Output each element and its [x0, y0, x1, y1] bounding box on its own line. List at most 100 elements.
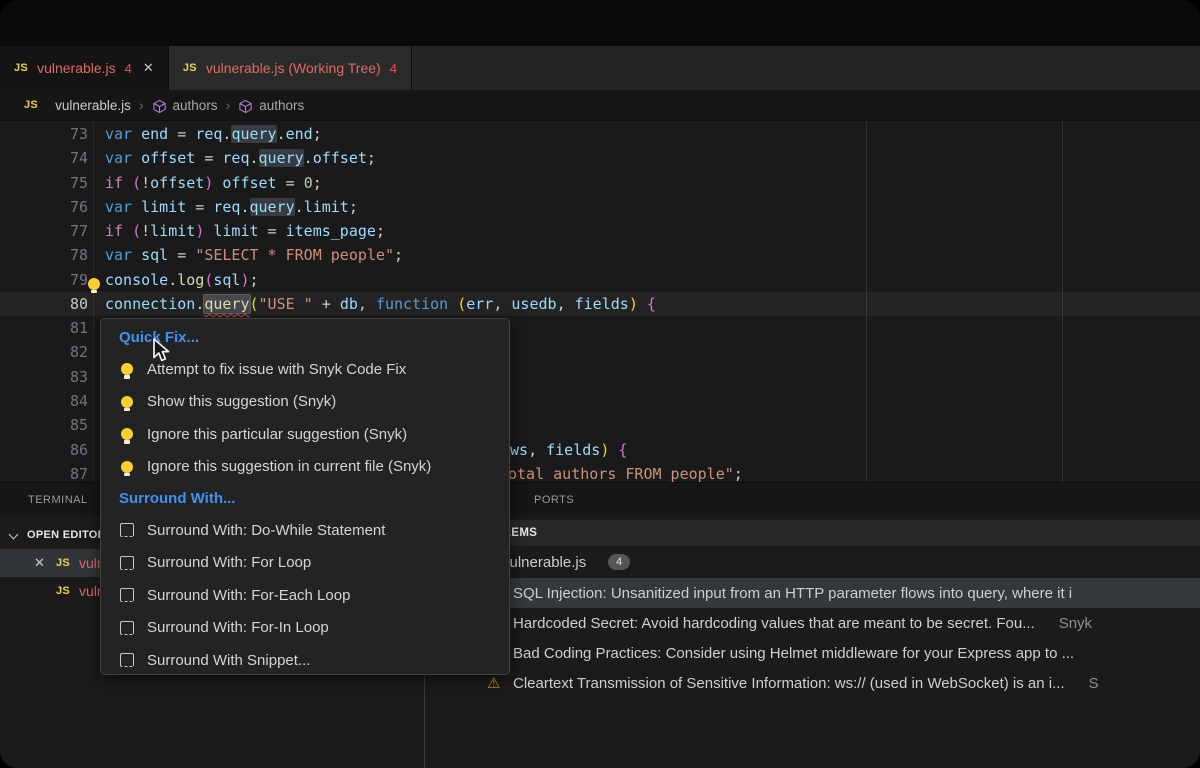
snippet-icon	[120, 588, 134, 602]
panel-tab-terminal[interactable]: TERMINAL	[28, 483, 88, 517]
line-number: 76	[0, 195, 88, 219]
breadcrumb-segment[interactable]: authors	[259, 98, 304, 113]
menu-item-label: Attempt to fix issue with Snyk Code Fix	[147, 361, 406, 378]
tab-problem-count: 4	[390, 61, 397, 76]
menu-item-label: Surround With: For Loop	[147, 554, 311, 571]
code-line-79[interactable]: 79 console.log(sql);	[0, 268, 1200, 292]
problem-row[interactable]: ⚠Hardcoded Secret: Avoid hardcoding valu…	[425, 608, 1200, 638]
open-editors-header[interactable]: OPEN EDITORS	[0, 524, 114, 546]
line-number: 77	[0, 219, 88, 243]
problem-message: Bad Coding Practices: Consider using Hel…	[513, 645, 1074, 662]
menu-item-label: Surround With Snippet...	[147, 652, 310, 669]
menu-section-header: Surround With...	[101, 483, 509, 514]
lightbulb-icon	[120, 363, 134, 375]
problem-message: Hardcoded Secret: Avoid hardcoding value…	[513, 615, 1092, 632]
breadcrumb-file[interactable]: vulnerable.js	[55, 98, 131, 113]
code-text: var sql = "SELECT * FROM people";	[105, 243, 403, 267]
chevron-down-icon	[9, 529, 19, 539]
tab-label: vulnerable.js (Working Tree)	[206, 60, 381, 76]
problem-row[interactable]: ⚠SQL Injection: Unsanitized input from a…	[425, 578, 1200, 608]
code-text: connection.query("USE " + db, function (…	[105, 292, 656, 316]
problem-message: SQL Injection: Unsanitized input from an…	[513, 585, 1072, 602]
snippet-icon	[120, 653, 134, 667]
code-line-80[interactable]: 80 connection.query("USE " + db, function…	[0, 292, 1200, 316]
code-line-74[interactable]: 74 var offset = req.query.offset;	[0, 146, 1200, 170]
line-number: 75	[0, 171, 88, 195]
code-text: var end = req.query.end;	[105, 122, 322, 146]
js-file-icon: JS	[56, 585, 70, 597]
menu-item[interactable]: Ignore this suggestion in current file (…	[101, 451, 509, 484]
menu-item[interactable]: Surround With: Do-While Statement	[101, 514, 509, 547]
code-text: console.log(sql);	[105, 268, 259, 292]
code-text: var offset = req.query.offset;	[105, 146, 376, 170]
line-number: 73	[0, 122, 88, 146]
menu-item[interactable]: Surround With: For-Each Loop	[101, 579, 509, 612]
menu-item-label: Ignore this particular suggestion (Snyk)	[147, 426, 407, 443]
panel-tab-ports[interactable]: PORTS	[534, 483, 574, 517]
lightbulb-icon	[120, 428, 134, 440]
js-file-icon: JS	[183, 62, 197, 74]
code-text: otal authors FROM people";	[508, 462, 743, 482]
code-line-75[interactable]: 75 if (!offset) offset = 0;	[0, 171, 1200, 195]
breadcrumb-separator: ›	[139, 97, 144, 113]
close-icon[interactable]: ✕	[143, 60, 154, 76]
line-number: 85	[0, 413, 88, 437]
line-number: 82	[0, 340, 88, 364]
tab-bar: JS vulnerable.js 4 ✕ JS vulnerable.js (Workin…	[0, 46, 1200, 90]
line-number: 87	[0, 462, 88, 482]
line-number: 81	[0, 316, 88, 340]
menu-item[interactable]: Surround With: For-In Loop	[101, 612, 509, 645]
menu-item[interactable]: Show this suggestion (Snyk)	[101, 386, 509, 419]
code-text: if (!offset) offset = 0;	[105, 171, 322, 195]
tab-label: vulnerable.js	[37, 60, 116, 76]
lightbulb-icon	[120, 461, 134, 473]
problem-message: Cleartext Transmission of Sensitive Info…	[513, 675, 1099, 692]
problem-count-badge: 4	[608, 554, 630, 570]
menu-item-label: Surround With: For-In Loop	[147, 619, 329, 636]
problem-row[interactable]: ⚠Bad Coding Practices: Consider using He…	[425, 638, 1200, 668]
menu-item-label: Ignore this suggestion in current file (…	[147, 458, 431, 475]
line-number: 84	[0, 389, 88, 413]
js-file-icon: JS	[14, 62, 28, 74]
code-line-77[interactable]: 77 if (!limit) limit = items_page;	[0, 219, 1200, 243]
js-file-icon: JS	[56, 557, 70, 569]
problems-header: PROBLEMS	[425, 520, 1200, 546]
menu-item[interactable]: Ignore this particular suggestion (Snyk)	[101, 418, 509, 451]
problems-file-row[interactable]: JS vulnerable.js 4	[425, 548, 1200, 576]
code-text: if (!limit) limit = items_page;	[105, 219, 385, 243]
line-number: 74	[0, 146, 88, 170]
tab-vulnerable-js[interactable]: JS vulnerable.js 4 ✕	[0, 46, 169, 90]
menu-item-label: Surround With: Do-While Statement	[147, 522, 385, 539]
quick-fix-menu: Quick Fix...Attempt to fix issue with Sn…	[100, 318, 510, 675]
snippet-icon	[120, 523, 134, 537]
menu-item[interactable]: Surround With: For Loop	[101, 547, 509, 580]
code-line-78[interactable]: 78 var sql = "SELECT * FROM people";	[0, 243, 1200, 267]
js-file-icon: JS	[24, 99, 38, 111]
code-text: ws, fields) {	[510, 438, 627, 462]
line-number: 79	[0, 268, 88, 292]
problem-source: Snyk	[1059, 615, 1092, 632]
breadcrumb: JS vulnerable.js › authors › authors	[0, 90, 1200, 120]
line-number: 83	[0, 365, 88, 389]
vscode-window: JS vulnerable.js 4 ✕ JS vulnerable.js (Workin…	[0, 0, 1200, 768]
problem-row[interactable]: ⚠Cleartext Transmission of Sensitive Inf…	[425, 668, 1200, 698]
snippet-icon	[120, 556, 134, 570]
breadcrumb-segment[interactable]: authors	[173, 98, 218, 113]
title-bar	[0, 0, 1200, 46]
code-line-76[interactable]: 76var limit = req.query.limit;	[0, 195, 1200, 219]
menu-item[interactable]: Surround With Snippet...	[101, 644, 509, 677]
tab-problem-count: 4	[125, 61, 132, 76]
lightbulb-icon	[120, 396, 134, 408]
close-icon[interactable]: ✕	[34, 555, 45, 571]
tab-vulnerable-js-working-tree[interactable]: JS vulnerable.js (Working Tree) 4	[169, 46, 412, 90]
symbol-object-icon	[238, 99, 253, 114]
breadcrumb-separator: ›	[226, 97, 231, 113]
menu-item-label: Surround With: For-Each Loop	[147, 587, 350, 604]
line-number: 78	[0, 243, 88, 267]
mouse-cursor	[151, 337, 170, 364]
snippet-icon	[120, 621, 134, 635]
code-line-73[interactable]: 73 var end = req.query.end;	[0, 122, 1200, 146]
symbol-object-icon	[152, 99, 167, 114]
line-number: 80	[0, 292, 88, 316]
menu-item-label: Show this suggestion (Snyk)	[147, 393, 336, 410]
